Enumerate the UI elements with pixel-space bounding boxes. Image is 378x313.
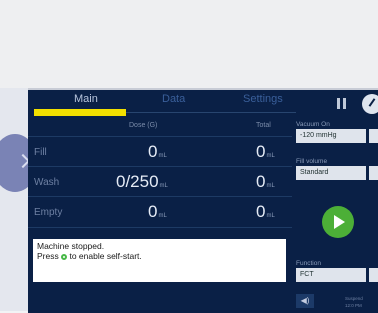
status-line-2: Press to enable self-start. (37, 251, 142, 261)
side-panel: Vacuum On -120 mmHg Fill volume Standard… (293, 116, 378, 313)
play-button[interactable] (322, 206, 354, 238)
vacuum-edit-button[interactable] (369, 129, 378, 143)
device-screen: Main Data Settings Dose (G) Total Fill 0… (28, 88, 378, 313)
table-row: Wash 0/250mL 0mL (28, 166, 292, 197)
top-background (0, 0, 378, 88)
start-icon (61, 254, 68, 260)
row-label: Wash (34, 177, 60, 188)
status-small-1: Suspend (345, 296, 363, 301)
dose-value: 0mL (148, 202, 167, 221)
tab-bar: Main Data Settings (28, 90, 298, 116)
fill-volume-label: Fill volume (296, 158, 328, 165)
vacuum-label: Vacuum On (296, 121, 330, 128)
function-edit-button[interactable] (369, 268, 378, 282)
vacuum-field[interactable]: -120 mmHg (296, 129, 366, 143)
fill-volume-edit-button[interactable] (369, 166, 378, 180)
tab-settings[interactable]: Settings (243, 93, 283, 105)
header-dose: Dose (G) (129, 122, 158, 129)
tab-main[interactable]: Main (74, 93, 98, 105)
pause-icon[interactable] (336, 98, 348, 109)
status-small-2: 12:0 PM (345, 303, 362, 308)
header-total: Total (256, 122, 271, 129)
status-line-1: Machine stopped. (37, 241, 105, 251)
function-label: Function (296, 260, 321, 267)
total-value: 0mL (256, 202, 275, 221)
table-row: Empty 0mL 0mL (28, 196, 292, 228)
total-value: 0mL (256, 172, 275, 191)
function-field[interactable]: FCT (296, 268, 366, 282)
tab-data[interactable]: Data (162, 93, 185, 105)
fill-volume-field[interactable]: Standard (296, 166, 366, 180)
table-row: Fill 0mL 0mL (28, 136, 292, 167)
row-label: Fill (34, 147, 47, 158)
active-tab-indicator (34, 109, 126, 116)
left-panel (0, 88, 30, 311)
total-value: 0mL (256, 142, 275, 161)
dose-value: 0mL (148, 142, 167, 161)
status-message: Machine stopped. Press to enable self-st… (33, 239, 286, 282)
speaker-icon[interactable]: ◀) (296, 294, 314, 308)
row-label: Empty (34, 207, 63, 218)
dose-value: 0/250mL (116, 172, 168, 191)
gauge-icon[interactable] (362, 94, 378, 114)
